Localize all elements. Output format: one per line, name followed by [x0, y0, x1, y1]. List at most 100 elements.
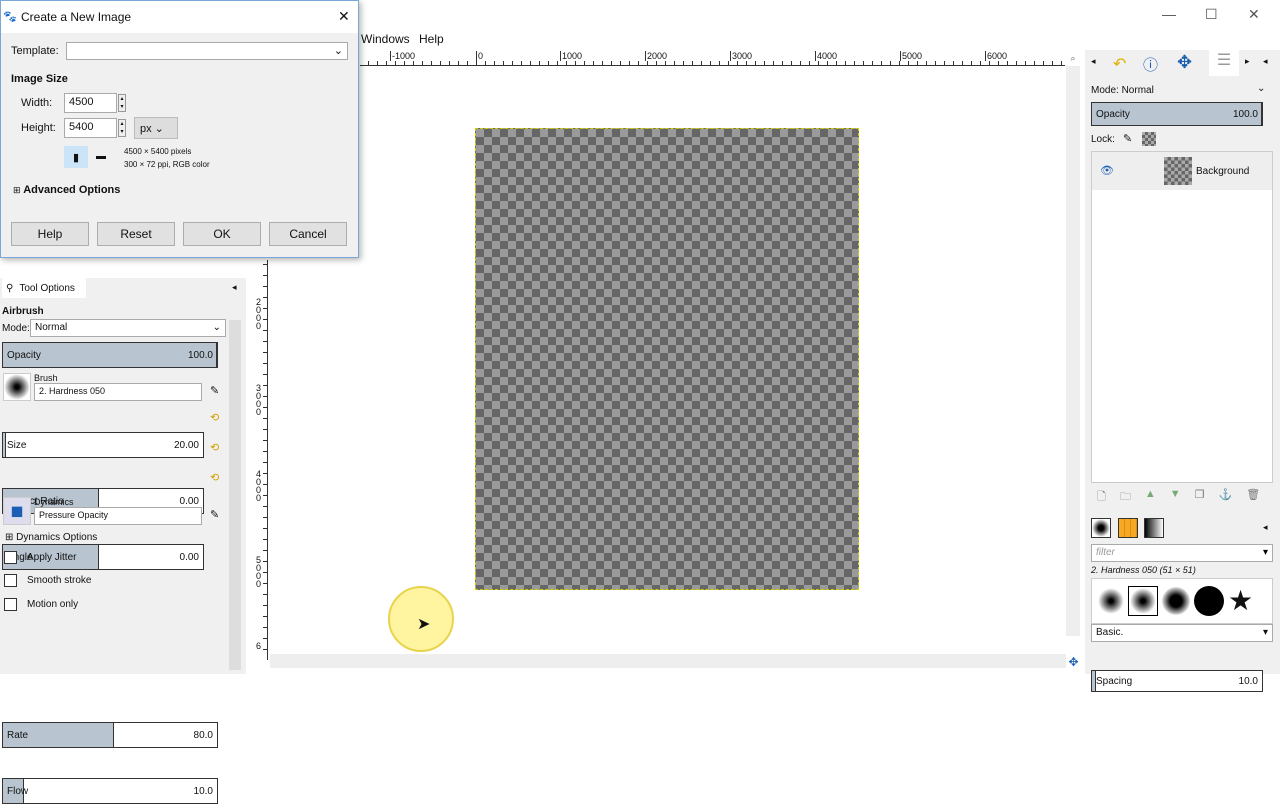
- menu-windows[interactable]: Windows: [361, 32, 410, 46]
- reset-angle-icon[interactable]: ⟲: [210, 471, 219, 484]
- undo-history-tab-icon[interactable]: ↶: [1113, 54, 1126, 74]
- tool-options-scrollbar[interactable]: [229, 320, 241, 670]
- move-tab-icon[interactable]: ✥: [1177, 52, 1192, 73]
- height-spinner[interactable]: ▴ ▾: [118, 119, 126, 137]
- horizontal-ruler: -1000 0 1000 2000 3000 4000 5000 6000: [360, 50, 1065, 66]
- dynamics-options-expander[interactable]: ⊞ Dynamics Options: [5, 532, 97, 543]
- edit-brush-icon[interactable]: ✎: [210, 384, 219, 397]
- advanced-options-expander[interactable]: ⊞ Advanced Options: [13, 184, 120, 196]
- gradients-tab[interactable]: [1144, 518, 1164, 538]
- unit-select[interactable]: px ⌄: [134, 117, 178, 139]
- new-layer-icon[interactable]: 🗋: [1097, 488, 1106, 507]
- reset-button[interactable]: Reset: [97, 222, 175, 246]
- dynamics-field[interactable]: Pressure Opacity: [34, 507, 202, 525]
- cancel-button[interactable]: Cancel: [269, 222, 347, 246]
- close-icon[interactable]: ✕: [338, 8, 350, 25]
- tab-scroll-left[interactable]: ◂: [1091, 56, 1096, 67]
- tab-tool-options[interactable]: ⚲ Tool Options: [2, 278, 86, 298]
- ok-button[interactable]: OK: [183, 222, 261, 246]
- size-slider[interactable]: Size 20.00: [2, 432, 204, 458]
- gimp-logo-icon: 🐾: [3, 11, 17, 23]
- brush-item[interactable]: [1194, 586, 1224, 616]
- reset-aspect-icon[interactable]: ⟲: [210, 441, 219, 454]
- layer-name: Background: [1196, 166, 1250, 177]
- opacity-slider[interactable]: Opacity 100.0: [2, 342, 218, 368]
- smooth-stroke-checkbox[interactable]: Smooth stroke: [4, 574, 91, 587]
- mouse-cursor-icon: ➤: [417, 616, 431, 633]
- mode-select[interactable]: Normal ⌄: [30, 319, 226, 337]
- lower-layer-icon[interactable]: ▼: [1170, 488, 1181, 507]
- selected-brush-label: 2. Hardness 050 (51 × 51): [1091, 565, 1196, 575]
- brush-set-select[interactable]: Basic. ▾: [1091, 624, 1273, 642]
- template-select[interactable]: ⌄: [66, 42, 348, 60]
- anchor-icon[interactable]: ⚓: [1219, 488, 1233, 507]
- right-dock: ◂ ↶ ⓘ ✥ ☰ ▸ ◂ Mode: Normal ⌄ Opacity 100.…: [1085, 50, 1280, 692]
- star-brush-icon[interactable]: ★: [1228, 587, 1253, 615]
- ruler-tick: 5000: [900, 51, 923, 61]
- panel-menu-icon[interactable]: ◂: [1263, 522, 1268, 533]
- layer-mode-select[interactable]: Mode: Normal: [1091, 85, 1154, 96]
- maximize-button[interactable]: ☐: [1205, 6, 1218, 23]
- brushes-tab[interactable]: [1091, 518, 1111, 538]
- close-window-button[interactable]: ✕: [1248, 6, 1260, 23]
- layer-row[interactable]: 👁 Background: [1092, 152, 1272, 190]
- layers-tab-icon[interactable]: ☰: [1209, 50, 1239, 76]
- height-input[interactable]: 5400: [64, 118, 117, 138]
- brush-item[interactable]: [1162, 587, 1190, 615]
- width-spinner[interactable]: ▴ ▾: [118, 94, 126, 112]
- tool-options-panel: ⚲ Tool Options ◂ Airbrush Mode: Normal ⌄ O…: [0, 278, 246, 804]
- apply-jitter-checkbox[interactable]: Apply Jitter: [4, 551, 76, 564]
- brush-item-selected[interactable]: [1128, 586, 1158, 616]
- panel-menu-icon[interactable]: ◂: [232, 282, 237, 293]
- vertical-scrollbar[interactable]: [1066, 66, 1080, 636]
- layer-group-icon[interactable]: 🗀: [1120, 488, 1131, 507]
- brush-preview[interactable]: [3, 373, 31, 401]
- duplicate-layer-icon[interactable]: ❐: [1195, 488, 1205, 507]
- dialog-title: Create a New Image: [21, 10, 132, 24]
- zoom-icon[interactable]: ⌕: [1068, 52, 1078, 64]
- ruler-tick: 2000: [645, 51, 668, 61]
- dialog-titlebar: 🐾 Create a New Image ✕: [1, 1, 358, 33]
- brush-grid: ★: [1091, 578, 1273, 624]
- image-canvas[interactable]: [475, 128, 859, 590]
- patterns-tab[interactable]: [1118, 518, 1138, 538]
- dynamics-icon[interactable]: ◼: [3, 497, 31, 525]
- layer-opacity-slider[interactable]: Opacity 100.0: [1091, 102, 1263, 126]
- lock-pixels-icon[interactable]: ✎: [1123, 132, 1132, 145]
- brush-field[interactable]: 2. Hardness 050: [34, 383, 202, 401]
- chevron-down-icon: ⌄: [212, 322, 221, 333]
- rate-slider[interactable]: Rate 80.0: [2, 722, 218, 748]
- ruler-tick: 4000: [256, 469, 262, 503]
- landscape-icon[interactable]: ▬: [93, 149, 109, 163]
- tab-scroll-right[interactable]: ▸: [1245, 56, 1250, 67]
- ruler-tick: 4000: [815, 51, 838, 61]
- navigate-icon[interactable]: ✥: [1067, 655, 1080, 669]
- edit-dynamics-icon[interactable]: ✎: [210, 508, 219, 521]
- image-size-heading: Image Size: [11, 73, 68, 85]
- mode-label: Mode:: [2, 323, 30, 334]
- help-button[interactable]: Help: [11, 222, 89, 246]
- flow-slider[interactable]: Flow 10.0: [2, 778, 218, 804]
- portrait-icon[interactable]: ▮: [64, 146, 88, 168]
- motion-only-checkbox[interactable]: Motion only: [4, 598, 78, 611]
- horizontal-scrollbar[interactable]: [270, 654, 1066, 668]
- brush-item[interactable]: [1098, 588, 1124, 614]
- menu-help[interactable]: Help: [419, 32, 444, 46]
- minimize-button[interactable]: —: [1162, 6, 1176, 22]
- pointer-info-tab-icon[interactable]: ⓘ: [1143, 54, 1158, 75]
- reset-size-icon[interactable]: ⟲: [210, 411, 219, 424]
- spacing-slider[interactable]: Spacing 10.0: [1091, 670, 1263, 692]
- panel-menu-icon[interactable]: ◂: [1263, 56, 1268, 67]
- raise-layer-icon[interactable]: ▲: [1145, 488, 1156, 507]
- lock-label: Lock:: [1091, 134, 1115, 145]
- visibility-eye-icon[interactable]: 👁: [1100, 164, 1114, 177]
- lock-alpha-icon[interactable]: [1142, 132, 1156, 146]
- width-input[interactable]: 4500: [64, 93, 117, 113]
- pixel-info: 4500 × 5400 pixels: [124, 147, 192, 156]
- layers-list: 👁 Background: [1091, 151, 1273, 483]
- brush-filter-input[interactable]: filter ▾: [1091, 544, 1273, 562]
- chevron-down-icon[interactable]: ⌄: [1257, 83, 1265, 94]
- ruler-tick: 1000: [560, 51, 583, 61]
- ruler-tick: 6: [256, 641, 262, 651]
- delete-layer-icon[interactable]: 🗑: [1246, 488, 1260, 507]
